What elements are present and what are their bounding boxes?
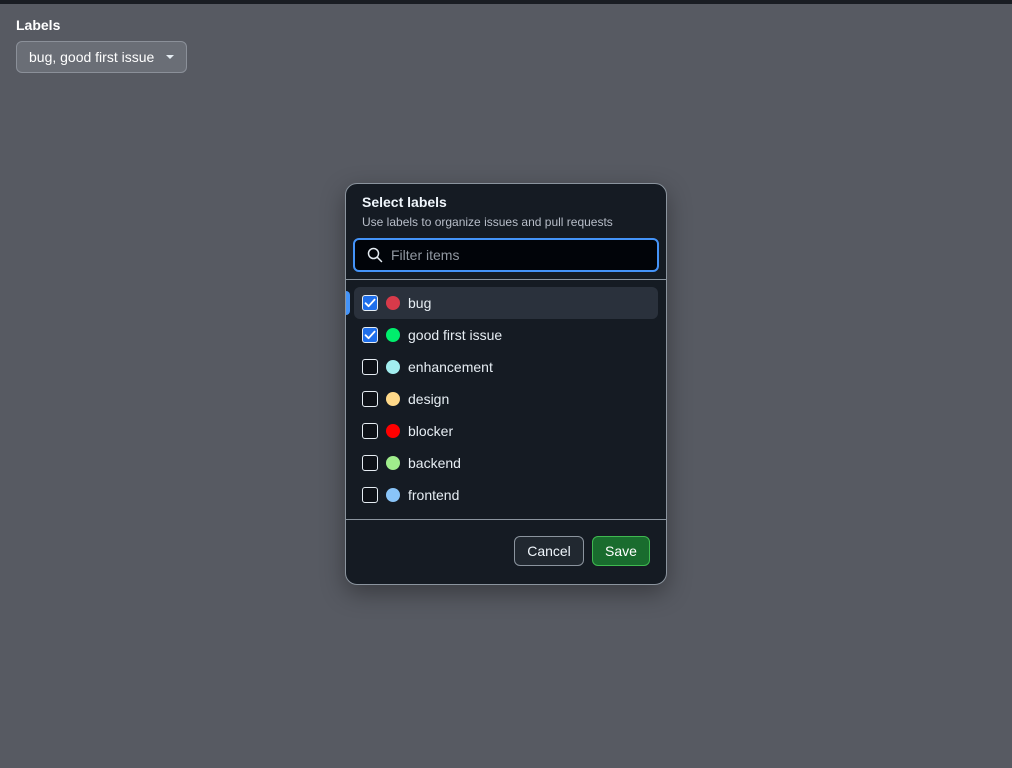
label-color-dot [386,488,400,502]
label-color-dot [386,328,400,342]
label-option-blocker[interactable]: blocker [354,415,658,447]
footer-divider [346,519,666,520]
filter-input[interactable] [391,240,651,270]
caret-down-icon [166,55,174,59]
label-option-text: backend [408,455,461,471]
search-icon [367,247,383,263]
cancel-button[interactable]: Cancel [514,536,584,566]
label-color-dot [386,456,400,470]
dialog-title: Select labels [362,194,447,210]
checkbox[interactable] [362,359,378,375]
checkmark-icon [364,330,376,340]
label-color-dot [386,360,400,374]
label-option-enhancement[interactable]: enhancement [354,351,658,383]
label-option-frontend[interactable]: frontend [354,479,658,511]
label-option-text: bug [408,295,432,311]
checkbox[interactable] [362,487,378,503]
save-button[interactable]: Save [592,536,650,566]
label-color-dot [386,424,400,438]
label-option-bug[interactable]: bug [346,287,658,319]
label-option-backend[interactable]: backend [354,447,658,479]
active-indicator [346,291,350,315]
checkmark-icon [364,298,376,308]
label-list: bug good first issue enhancement design bloc… [346,287,666,511]
label-option-text: design [408,391,450,407]
checkbox[interactable] [362,295,378,311]
label-option-good-first-issue[interactable]: good first issue [354,319,658,351]
label-option-text: enhancement [408,359,493,375]
checkbox[interactable] [362,391,378,407]
labels-field-label: Labels [16,17,61,33]
label-option-design[interactable]: design [354,383,658,415]
checkbox[interactable] [362,423,378,439]
labels-select-value: bug, good first issue [29,49,155,65]
label-color-dot [386,392,400,406]
checkbox[interactable] [362,327,378,343]
labels-select-button[interactable]: bug, good first issue [16,41,187,73]
label-color-dot [386,296,400,310]
filter-field[interactable] [353,238,659,272]
top-border [0,0,1012,4]
label-option-text: good first issue [408,327,503,343]
header-divider [346,279,666,280]
select-labels-dialog: Select labels Use labels to organize iss… [345,183,667,585]
checkbox[interactable] [362,455,378,471]
label-option-text: frontend [408,487,460,503]
dialog-subtitle: Use labels to organize issues and pull r… [362,215,613,229]
label-option-text: blocker [408,423,454,439]
